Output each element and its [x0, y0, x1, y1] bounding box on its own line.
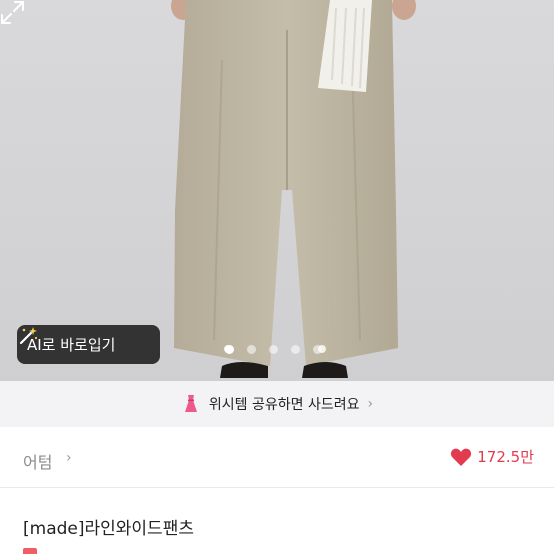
- product-image[interactable]: AI로 바로입기: [0, 0, 554, 381]
- coupon-tag-icon: [23, 548, 37, 554]
- carousel-dot[interactable]: [269, 345, 278, 354]
- wish-share-text: 위시템 공유하면 사드려요: [208, 397, 360, 413]
- ai-try-on-label: AI로 바로입기: [27, 336, 116, 354]
- section-divider: [0, 487, 554, 488]
- like-count: 172.5만: [477, 448, 534, 466]
- product-photo: [0, 0, 554, 381]
- wish-share-banner[interactable]: 위시템 공유하면 사드려요 ›: [0, 381, 554, 427]
- carousel-dot[interactable]: [291, 345, 300, 354]
- ai-try-on-button[interactable]: AI로 바로입기: [17, 325, 160, 364]
- carousel-dot[interactable]: [225, 345, 234, 354]
- shop-row: 어텀 › 172.5만: [0, 437, 554, 481]
- shop-name-link[interactable]: 어텀: [23, 449, 52, 473]
- chevron-right-icon: ›: [66, 450, 72, 466]
- carousel-dot[interactable]: [313, 345, 322, 354]
- expand-icon[interactable]: [0, 0, 25, 25]
- like-button[interactable]: 172.5만: [450, 446, 534, 467]
- product-title: [made]라인와이드팬츠: [23, 519, 194, 539]
- chevron-right-icon: ›: [367, 396, 374, 412]
- carousel-indicator: [225, 345, 322, 354]
- coupon-row: [23, 546, 43, 554]
- heart-icon: [451, 448, 472, 466]
- magic-wand-icon: [19, 327, 38, 345]
- carousel-dot[interactable]: [247, 345, 256, 354]
- dress-icon: [184, 395, 197, 412]
